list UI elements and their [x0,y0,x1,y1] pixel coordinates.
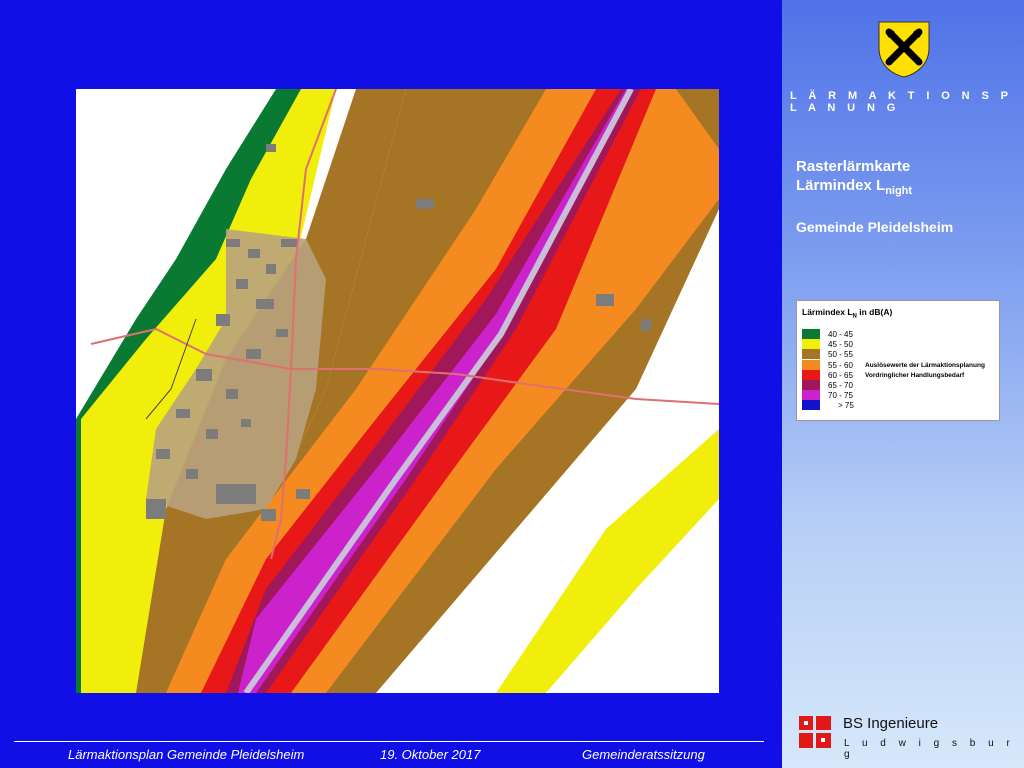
legend-title-main: Lärmindex L [802,307,853,317]
legend-row: 55 - 60 [802,360,864,370]
legend-swatch [802,390,820,400]
municipality-crest-icon [877,20,931,78]
legend-row: 65 - 70 [802,380,864,390]
legend-row: 50 - 55 [802,349,864,359]
legend-swatch [802,400,820,410]
legend-range: > 75 [838,400,854,410]
footer-divider [14,741,764,742]
legend-swatch [802,349,820,359]
legend-range: 65 - 70 [828,380,853,390]
legend-row: 40 - 45 [802,329,864,339]
legend-row: > 75 [802,400,864,410]
legend-swatch [802,329,820,339]
legend-row: 70 - 75 [802,390,864,400]
legend-swatch [802,370,820,380]
map-title: Rasterlärmkarte Lärmindex Lnight [796,157,912,201]
map-title-line1: Rasterlärmkarte [796,158,911,175]
brand-heading: L Ä R M A K T I O N S P L A N U N G [790,90,1013,114]
legend-range: 50 - 55 [828,349,853,359]
legend-note-priority: Vordringlicher Handlungsbedarf [865,372,965,379]
legend-range: 40 - 45 [828,329,853,339]
legend-range: 45 - 50 [828,339,853,349]
map-title-line2: Lärmindex Lnight [796,176,912,201]
legend-title: Lärmindex LN in dB(A) [802,307,892,320]
noise-map [76,89,719,693]
map-title-index: Lärmindex L [796,177,886,194]
legend-row: 45 - 50 [802,339,864,349]
legend-range: 55 - 60 [828,360,853,370]
legend-note-trigger: Auslösewerte der Lärmaktionsplanung [865,362,985,369]
footer-plan: Lärmaktionsplan Gemeinde Pleidelsheim [68,747,305,762]
legend-row: 60 - 65 [802,370,864,380]
municipality-name: Gemeinde Pleidelsheim [796,219,954,235]
legend-title-tail: in dB(A) [856,307,893,317]
bs-logo-icon [799,716,831,748]
map-legend: Lärmindex LN in dB(A) 40 - 45 45 - 50 50… [796,300,1000,421]
legend-range: 60 - 65 [828,370,853,380]
noise-map-graphic [76,89,719,693]
legend-swatch [802,339,820,349]
map-title-index-sub: night [885,185,913,197]
legend-swatch [802,360,820,370]
legend-range: 70 - 75 [828,390,853,400]
company-city: L u d w i g s b u r g [844,738,1015,760]
legend-swatch [802,380,820,390]
footer-date: 19. Oktober 2017 [380,747,481,762]
footer-meeting: Gemeinderatssitzung [582,747,705,762]
company-name: BS Ingenieure [843,715,939,732]
